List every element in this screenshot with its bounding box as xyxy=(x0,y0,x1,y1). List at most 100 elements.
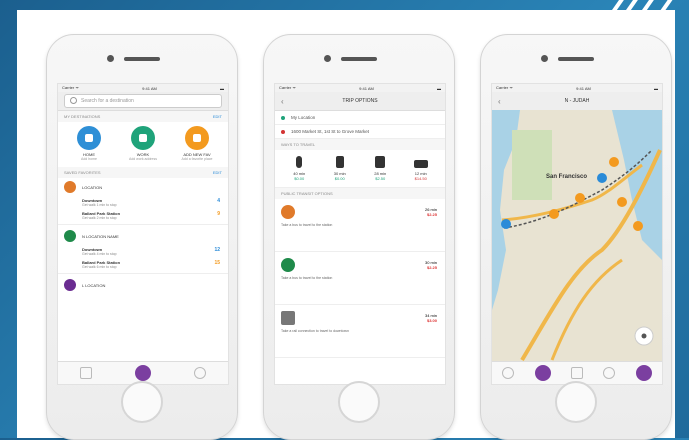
speaker-icon xyxy=(341,57,377,61)
stop-time: 12 xyxy=(214,247,220,253)
route-name: L LOCATION xyxy=(82,282,106,288)
stop-row[interactable]: Downtown Get walk 1 min to stop 4 xyxy=(58,196,228,209)
travel-modes: 40 min $0.00 30 min $0.00 28 min $2.50 1… xyxy=(275,150,445,188)
tab-star-icon[interactable] xyxy=(603,367,616,379)
stop-row[interactable]: Ballard Park Station Get walk 2 min to s… xyxy=(58,209,228,222)
briefcase-icon xyxy=(131,126,155,150)
edit-link[interactable]: EDIT xyxy=(213,170,222,175)
carrier: Carrier ᯤ xyxy=(279,85,296,90)
route-item[interactable]: L LOCATION xyxy=(58,276,228,294)
stop-sub: Get walk 4 min to stop xyxy=(82,252,117,256)
transit-price: $3.00 xyxy=(426,318,437,323)
mode-bike[interactable]: 30 min $0.00 xyxy=(323,156,357,181)
stop-time: 4 xyxy=(217,198,220,204)
favorite-sub: Add a favorite place xyxy=(181,157,213,161)
section-title: PUBLIC TRANSIT OPTIONS xyxy=(281,191,333,196)
mode-transit[interactable]: 28 min $2.50 xyxy=(363,156,397,181)
favorite-home[interactable]: HOME Add home xyxy=(67,126,111,161)
phone-trip-options: Carrier ᯤ 9:41 AM ▬ ‹ TRIP OPTIONS My Lo… xyxy=(263,34,455,440)
transit-price: $2.25 xyxy=(426,265,437,270)
bus-route-icon xyxy=(281,205,295,219)
home-icon xyxy=(77,126,101,150)
city-label: San Francisco xyxy=(546,174,588,180)
transit-option[interactable]: Take a bus to travel to the station 30 m… xyxy=(275,252,445,305)
clock: 9:41 AM xyxy=(359,85,374,91)
section-title: WAYS TO TRAVEL xyxy=(281,142,316,147)
tab-location-icon[interactable] xyxy=(502,367,515,379)
edit-link[interactable]: EDIT xyxy=(213,114,222,119)
home-button[interactable] xyxy=(555,381,597,423)
trip-options-screen: Carrier ᯤ 9:41 AM ▬ ‹ TRIP OPTIONS My Lo… xyxy=(274,83,446,385)
map-graphic xyxy=(492,110,662,362)
stop-row[interactable]: Downtown Get walk 4 min to stop 12 xyxy=(58,245,228,258)
stop-sub: Get walk 2 min to stop xyxy=(82,216,117,220)
stop-marker-icon[interactable] xyxy=(609,157,619,167)
stop-marker-icon[interactable] xyxy=(549,209,559,219)
clock: 9:41 AM xyxy=(576,85,591,91)
mode-walk[interactable]: 40 min $0.00 xyxy=(282,156,316,181)
tab-settings-icon[interactable] xyxy=(194,367,207,379)
favorites-screen: Carrier ᯤ 9:41 AM ▬ Search for a destina… xyxy=(57,83,229,385)
stop-marker-icon[interactable] xyxy=(597,173,607,183)
transit-option[interactable]: Take a rail connection to travel to down… xyxy=(275,305,445,358)
route-item[interactable]: N LOCATION NAME xyxy=(58,227,228,245)
section-title: SAVED FAVORITES xyxy=(64,170,101,175)
tab-tickets-icon[interactable] xyxy=(570,367,583,379)
mode-cost: $0.00 xyxy=(294,176,305,181)
search-bar-container: Search for a destination xyxy=(58,92,228,111)
search-input[interactable]: Search for a destination xyxy=(64,94,222,108)
locate-me-dot xyxy=(641,333,647,339)
destination-row[interactable]: 1600 Market St, 1st St to Grove Market xyxy=(275,125,445,139)
status-bar: Carrier ᯤ 9:41 AM ▬ xyxy=(275,84,445,92)
section-header: WAYS TO TRAVEL xyxy=(275,139,445,150)
favorite-sub: Add work address xyxy=(128,157,157,161)
stop-marker-icon[interactable] xyxy=(633,221,643,231)
home-button[interactable] xyxy=(338,381,380,423)
origin-row[interactable]: My Location xyxy=(275,111,445,125)
stop-time: 15 xyxy=(214,260,220,266)
transit-option[interactable]: Take a bus to travel to the station 26 m… xyxy=(275,199,445,252)
map-view[interactable]: San Francisco xyxy=(492,110,662,362)
route-badge-icon xyxy=(64,279,76,291)
back-icon[interactable]: ‹ xyxy=(281,97,284,106)
tab-profile-icon[interactable] xyxy=(635,365,652,381)
stop-marker-icon[interactable] xyxy=(575,193,585,203)
park-area xyxy=(512,130,552,200)
mode-cost: $14.50 xyxy=(414,176,427,181)
tab-routes-icon[interactable] xyxy=(534,365,551,381)
origin-dot-icon xyxy=(281,115,285,120)
carrier: Carrier ᯤ xyxy=(496,85,513,90)
route-badge-icon xyxy=(64,230,76,242)
page-title: TRIP OPTIONS xyxy=(342,98,378,104)
stop-marker-icon[interactable] xyxy=(617,197,627,207)
back-icon[interactable]: ‹ xyxy=(498,97,501,106)
car-icon xyxy=(413,160,428,168)
stop-row[interactable]: Ballard Park Station Get walk 6 min to s… xyxy=(58,258,228,271)
bay-area xyxy=(612,110,662,260)
status-bar: Carrier ᯤ 9:41 AM ▬ xyxy=(58,84,228,92)
favorite-add[interactable]: ADD NEW FAV Add a favorite place xyxy=(175,126,219,161)
section-title: MY DESTINATIONS xyxy=(64,114,101,119)
speaker-icon xyxy=(558,57,594,61)
search-placeholder: Search for a destination xyxy=(81,98,134,104)
bus-icon xyxy=(375,156,386,168)
highway-line xyxy=(550,258,623,361)
route-item[interactable]: LOCATION xyxy=(58,178,228,196)
walk-icon xyxy=(296,156,303,168)
rail-icon xyxy=(281,311,295,325)
tab-trips-icon[interactable] xyxy=(79,367,92,379)
map-screen: Carrier ᯤ 9:41 AM ▬ ‹ N - JUDAH San Fran… xyxy=(491,83,663,385)
mode-car[interactable]: 12 min $14.50 xyxy=(404,156,438,181)
home-button[interactable] xyxy=(121,381,163,423)
divider xyxy=(58,224,228,225)
stop-marker-icon[interactable] xyxy=(501,219,511,229)
favorite-sub: Add home xyxy=(81,157,97,161)
transit-text: Take a bus to travel to the station xyxy=(281,276,333,280)
nav-bar: ‹ N - JUDAH xyxy=(492,92,662,111)
bus-route-icon xyxy=(281,258,295,272)
route-badge-icon xyxy=(64,181,76,193)
phone-favorites: Carrier ᯤ 9:41 AM ▬ Search for a destina… xyxy=(46,34,238,440)
tab-home-icon[interactable] xyxy=(134,365,151,381)
section-header: PUBLIC TRANSIT OPTIONS xyxy=(275,188,445,199)
favorite-work[interactable]: WORK Add work address xyxy=(121,126,165,161)
